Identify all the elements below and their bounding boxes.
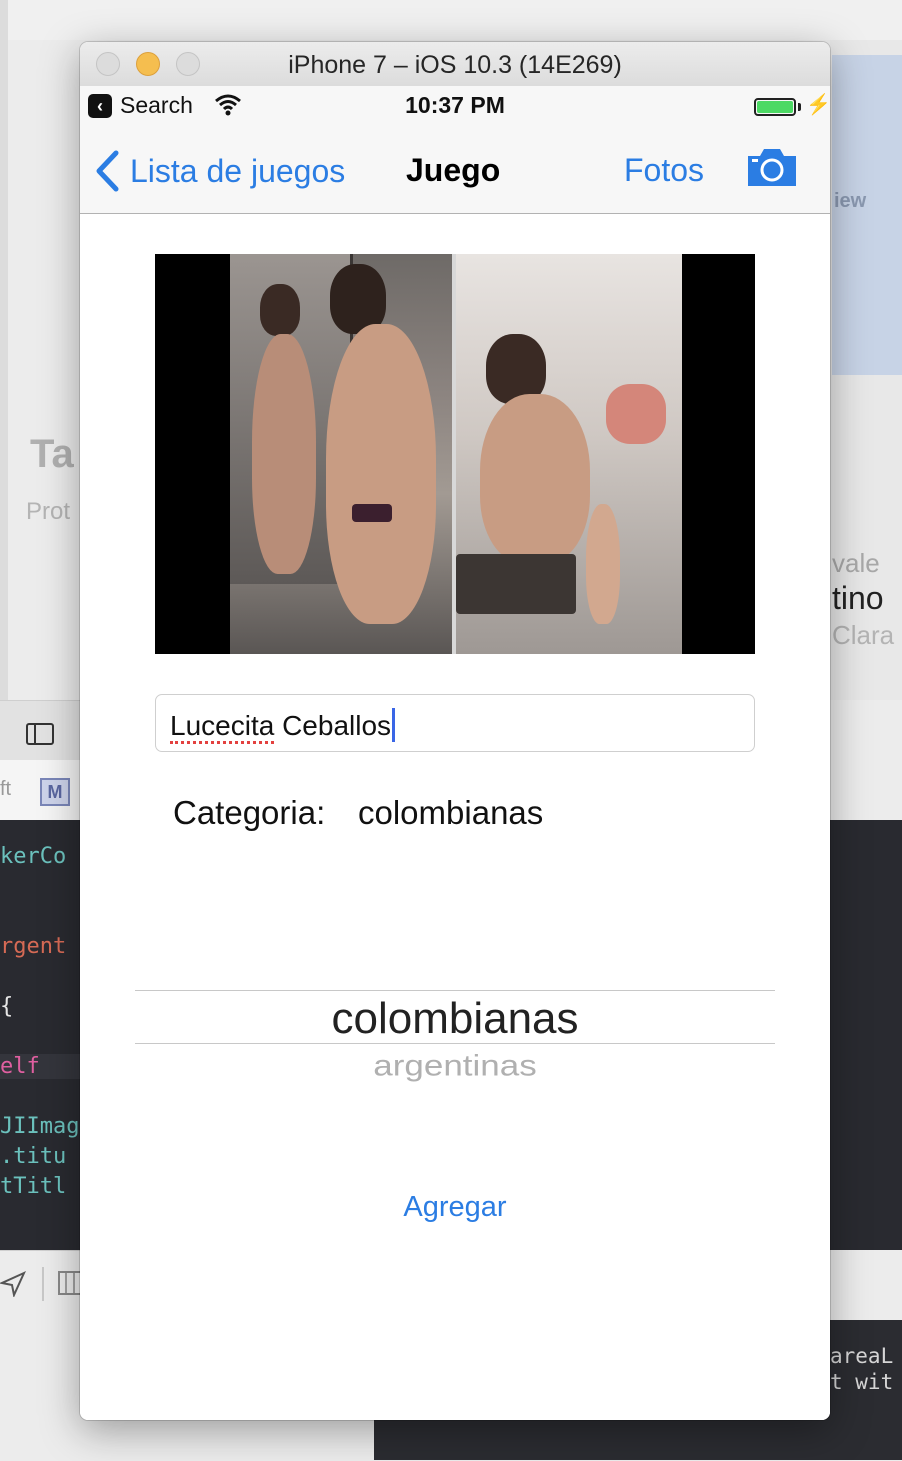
photo-figure-part — [252, 334, 316, 574]
category-value: colombianas — [358, 794, 544, 831]
bg-label-iew: iew — [834, 190, 867, 212]
window-title: iPhone 7 – iOS 10.3 (14E269) — [288, 51, 622, 79]
battery-nub — [798, 103, 801, 111]
photo-panel-left — [230, 254, 452, 654]
code-editor-right-fragment — [830, 820, 902, 1250]
ios-status-bar: ‹ Search 10:37 PM ⚡ — [80, 86, 830, 126]
console-line: areaL — [830, 1344, 894, 1368]
add-button[interactable]: Agregar — [80, 1191, 830, 1224]
xcode-debug-bar — [0, 1250, 82, 1461]
status-time: 10:37 PM — [405, 92, 505, 118]
nav-title: Juego — [406, 152, 501, 188]
back-button[interactable]: Lista de juegos — [94, 146, 345, 196]
photo-figure-part — [480, 394, 590, 564]
name-rest: Ceballos — [274, 710, 392, 741]
screen-content: Lucecita Ceballos Categoria: colombianas… — [80, 214, 830, 1420]
bg-label-ta: Ta — [30, 432, 74, 476]
category-label: Categoria: — [173, 794, 326, 831]
xcode-bottom-right-bar — [830, 1250, 902, 1330]
xcode-jump-bar: ft M — [0, 760, 80, 820]
bg-label-prot: Prot — [26, 498, 71, 525]
bg-label-clara: Clara — [832, 620, 895, 650]
photo-figure-part — [326, 324, 436, 624]
jump-bar-path: ft — [0, 778, 12, 800]
bg-label-tino: tino — [832, 580, 884, 616]
window-titlebar[interactable]: iPhone 7 – iOS 10.3 (14E269) — [80, 42, 830, 87]
photo-figure-part — [260, 284, 300, 336]
category-picker[interactable]: colombianas argentinas — [135, 920, 775, 1082]
bolt-icon: ⚡ — [806, 94, 830, 116]
picker-top-line — [135, 990, 775, 991]
console-line: t wit — [830, 1370, 894, 1394]
name-input[interactable]: Lucecita Ceballos — [155, 694, 755, 752]
simulator-window: iPhone 7 – iOS 10.3 (14E269) ‹ Search 10… — [80, 42, 830, 1420]
xcode-storyboard-fragment — [832, 55, 902, 375]
photo-figure-part — [586, 504, 620, 624]
code-line: rgent — [0, 934, 67, 959]
game-photo[interactable] — [155, 254, 755, 654]
name-input-value: Lucecita Ceballos — [170, 708, 396, 744]
photo-panel-right — [456, 254, 682, 654]
code-line: tTitl — [0, 1174, 67, 1199]
photo-figure-part — [352, 504, 392, 522]
code-line: kerCo — [0, 844, 67, 869]
fotos-button[interactable]: Fotos — [624, 152, 704, 189]
battery-icon — [754, 98, 796, 116]
bg-label-vale: vale — [832, 548, 880, 578]
picker-selected-row[interactable]: colombianas — [135, 994, 775, 1044]
code-line: .titu — [0, 1144, 67, 1169]
code-line: elf — [0, 1054, 80, 1079]
camera-icon[interactable] — [746, 146, 798, 188]
code-line: { — [0, 994, 14, 1019]
xcode-bottom-bar — [0, 700, 80, 761]
photo-figure-part — [606, 384, 666, 444]
code-editor-fragment: kerCo rgent { elf JIImag .titu tTitl — [0, 820, 80, 1250]
back-chevron-icon — [96, 150, 119, 192]
text-caret — [392, 708, 396, 742]
photo-figure-part — [456, 554, 576, 614]
grid-icon[interactable] — [58, 1271, 82, 1295]
picker-next-row[interactable]: argentinas — [135, 1049, 775, 1083]
toolbar-divider — [42, 1267, 44, 1301]
xcode-toolbar-fragment — [0, 0, 902, 40]
sidebar-toggle-icon[interactable] — [26, 723, 56, 747]
name-first-word: Lucecita — [170, 710, 275, 744]
back-button-label: Lista de juegos — [130, 152, 346, 189]
location-arrow-icon[interactable] — [0, 1271, 26, 1297]
swift-file-icon[interactable]: M — [40, 778, 70, 806]
code-line: JIImag — [0, 1114, 80, 1139]
navigation-bar: Lista de juegos Juego Fotos — [80, 126, 830, 214]
